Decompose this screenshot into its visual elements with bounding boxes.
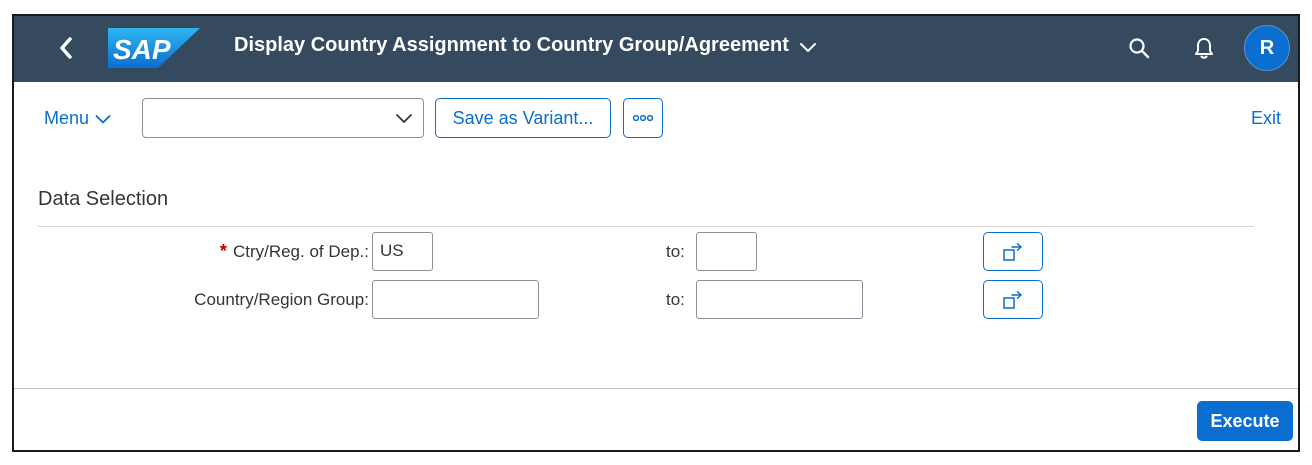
multiple-selection-button[interactable] — [983, 280, 1043, 319]
avatar-initial: R — [1259, 36, 1275, 59]
search-icon — [1129, 38, 1150, 59]
section-divider — [38, 226, 1254, 227]
field-label-text: Country/Region Group: — [194, 290, 369, 309]
app-title-text: Display Country Assignment to Country Gr… — [234, 34, 789, 56]
more-options-button[interactable] — [623, 98, 663, 138]
app-title[interactable]: Display Country Assignment to Country Gr… — [234, 34, 817, 57]
field-label-country-of-departure: * Ctry/Reg. of Dep.: — [144, 241, 369, 262]
save-as-variant-button[interactable]: Save as Variant... — [435, 98, 611, 138]
execute-button[interactable]: Execute — [1197, 401, 1293, 441]
save-as-variant-label: Save as Variant... — [452, 107, 594, 128]
menu-button[interactable]: Menu — [44, 108, 111, 129]
search-button[interactable] — [1124, 33, 1154, 63]
field-label-text: Ctry/Reg. of Dep.: — [232, 242, 369, 261]
country-group-from-input[interactable] — [372, 280, 539, 319]
field-label-country-group: Country/Region Group: — [114, 290, 369, 310]
multiple-selection-icon — [1003, 290, 1022, 309]
app-window: SAP Display Country Assignment to Countr… — [12, 14, 1300, 452]
bell-icon — [1195, 38, 1213, 59]
shell-bar: SAP Display Country Assignment to Countr… — [14, 16, 1298, 82]
back-icon — [60, 37, 72, 59]
user-avatar[interactable]: R — [1244, 25, 1290, 71]
sap-logo[interactable]: SAP — [108, 28, 200, 68]
menu-label: Menu — [44, 108, 90, 128]
section-title: Data Selection — [38, 188, 169, 210]
multiple-selection-button[interactable] — [983, 232, 1043, 271]
notifications-button[interactable] — [1189, 33, 1219, 63]
country-group-to-input[interactable] — [696, 280, 863, 319]
required-marker: * — [219, 241, 227, 261]
multiple-selection-icon — [1003, 242, 1022, 261]
to-label: to: — [666, 242, 685, 261]
variant-select[interactable] — [142, 98, 424, 138]
sap-logo-text: SAP — [113, 34, 171, 65]
to-label: to: — [666, 290, 685, 309]
chevron-down-icon — [396, 114, 412, 123]
chevron-down-icon — [799, 43, 816, 52]
chevron-down-icon — [95, 114, 111, 123]
country-of-departure-to-input[interactable] — [696, 232, 757, 271]
exit-button[interactable]: Exit — [1251, 108, 1281, 129]
country-of-departure-from-input[interactable]: US — [372, 232, 433, 271]
execute-label: Execute — [1210, 410, 1280, 431]
back-button[interactable] — [50, 32, 82, 64]
overflow-icon — [632, 114, 654, 122]
footer-divider — [14, 388, 1298, 389]
